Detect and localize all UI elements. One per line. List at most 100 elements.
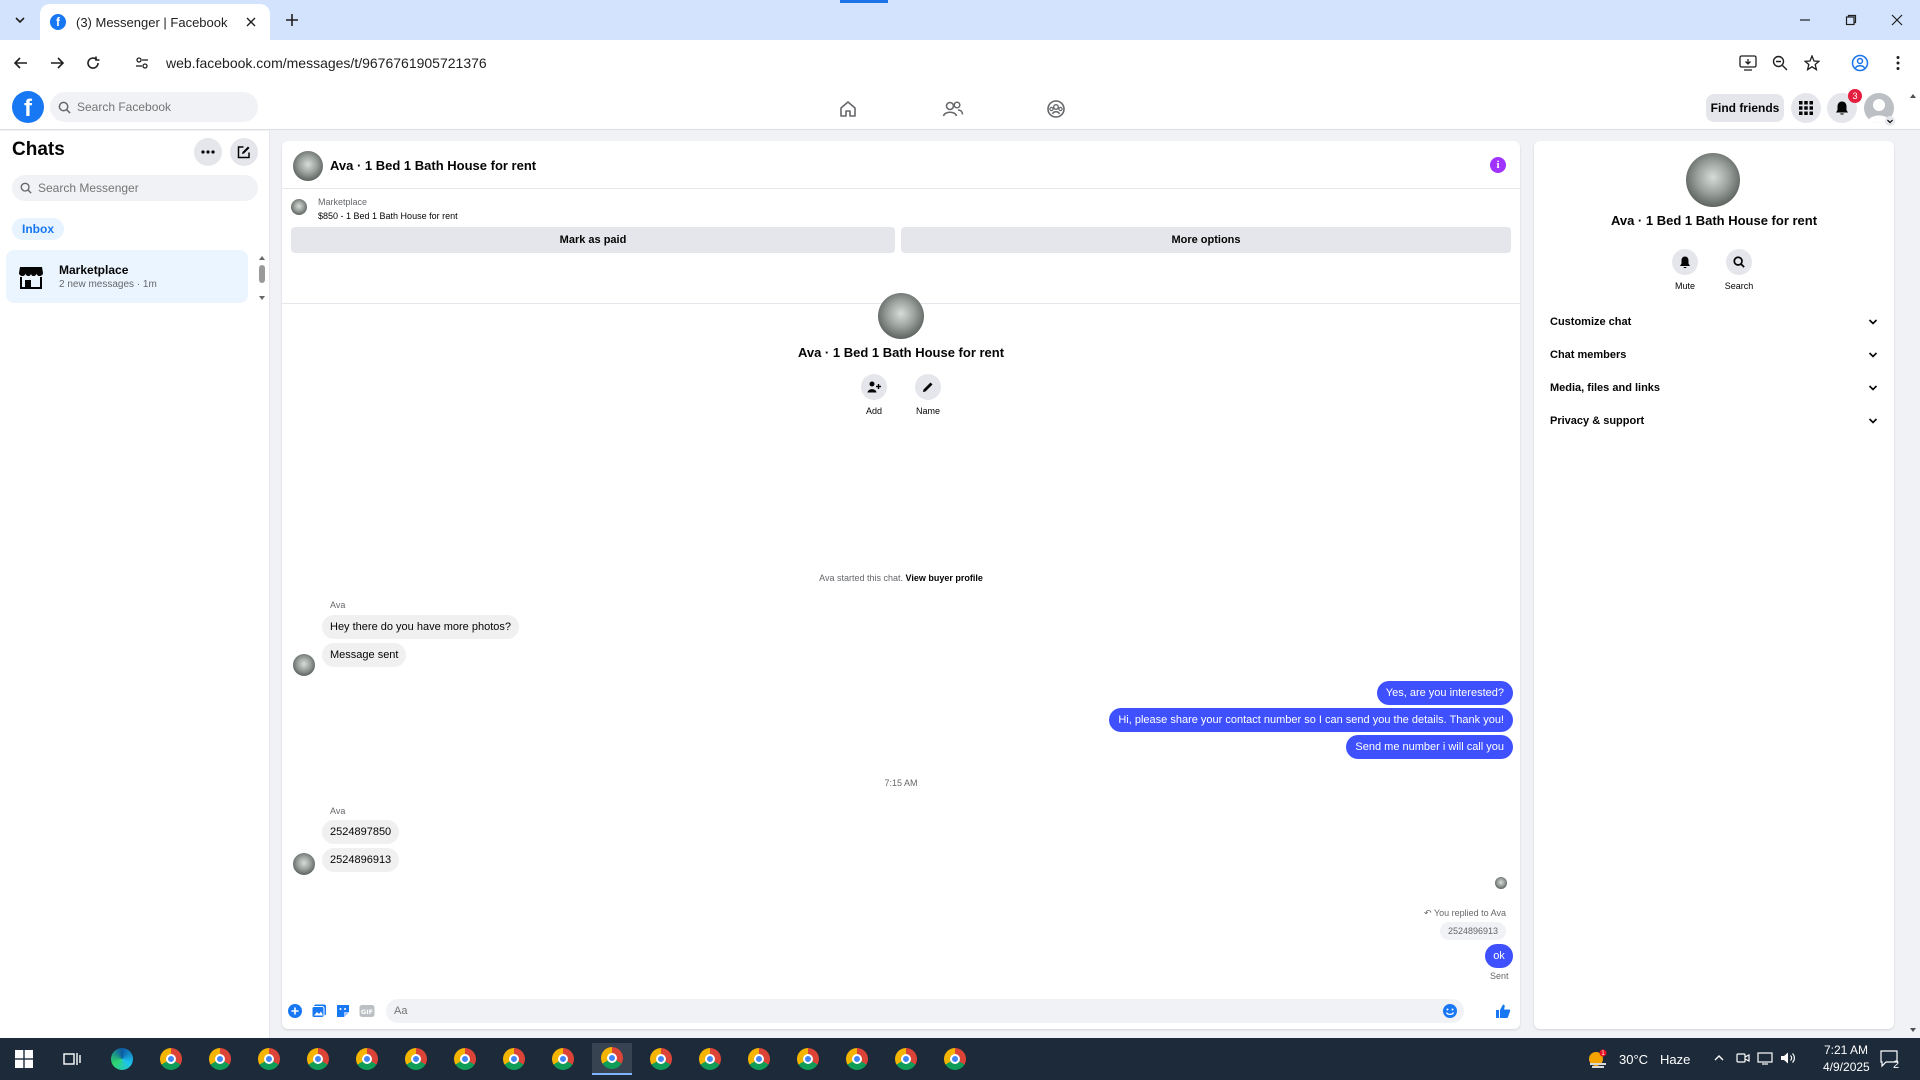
chrome-app-icon[interactable] xyxy=(396,1043,436,1075)
minimize-window-icon[interactable] xyxy=(1782,0,1828,40)
inbox-filter-tab[interactable]: Inbox xyxy=(12,218,64,240)
chrome-app-icon[interactable] xyxy=(690,1043,730,1075)
more-actions-plus-icon[interactable] xyxy=(287,1003,303,1019)
listing-title[interactable]: $850 - 1 Bed 1 Bath House for rent xyxy=(318,211,458,221)
chrome-app-icon[interactable] xyxy=(788,1043,828,1075)
action-center-icon[interactable] xyxy=(1880,1049,1904,1069)
add-people-button[interactable]: Add xyxy=(850,374,898,416)
incoming-message[interactable]: Message sent xyxy=(322,643,407,667)
privacy-support-section[interactable]: Privacy & support xyxy=(1544,408,1884,434)
view-buyer-profile-link[interactable]: View buyer profile xyxy=(906,573,983,583)
sticker-icon[interactable] xyxy=(335,1003,351,1019)
facebook-search[interactable] xyxy=(50,92,258,122)
find-friends-button[interactable]: Find friends xyxy=(1706,94,1784,122)
reload-icon[interactable] xyxy=(80,50,106,76)
outgoing-message[interactable]: Send me number i will call you xyxy=(1346,735,1513,759)
browser-menu-icon[interactable] xyxy=(1885,50,1911,76)
menu-grid-icon[interactable] xyxy=(1791,93,1821,123)
groups-icon[interactable] xyxy=(1044,97,1068,121)
chrome-app-icon[interactable] xyxy=(886,1043,926,1075)
zoom-icon[interactable] xyxy=(1767,50,1793,76)
chrome-app-icon[interactable] xyxy=(837,1043,877,1075)
chats-scrollbar[interactable] xyxy=(256,253,268,303)
facebook-logo-icon[interactable]: f xyxy=(12,91,44,123)
page-scrollbar[interactable] xyxy=(1906,90,1920,1038)
message-input[interactable] xyxy=(394,1005,1394,1017)
browser-tab-messenger[interactable]: f (3) Messenger | Facebook xyxy=(40,4,270,40)
chrome-app-icon[interactable] xyxy=(347,1043,387,1075)
windows-start-icon[interactable] xyxy=(4,1043,44,1075)
chevron-down-icon xyxy=(1868,319,1878,325)
task-view-icon[interactable] xyxy=(52,1043,92,1075)
chats-options-button[interactable] xyxy=(194,138,222,166)
site-info-tune-icon[interactable] xyxy=(132,53,152,73)
messenger-search[interactable] xyxy=(12,175,258,201)
incoming-message[interactable]: Hey there do you have more photos? xyxy=(322,615,520,639)
gif-icon[interactable]: GIF xyxy=(359,1003,375,1019)
account-chevron-icon[interactable] xyxy=(1885,116,1895,126)
listing-thumbnail[interactable] xyxy=(291,199,307,215)
more-options-button[interactable]: More options xyxy=(901,227,1511,253)
friends-icon[interactable] xyxy=(941,97,965,121)
volume-icon[interactable] xyxy=(1780,1051,1796,1065)
facebook-search-input[interactable] xyxy=(77,100,237,114)
home-icon[interactable] xyxy=(836,97,860,121)
new-message-button[interactable] xyxy=(230,138,258,166)
emoji-icon[interactable] xyxy=(1442,1003,1458,1019)
weather-sun-icon[interactable]: 1 xyxy=(1586,1048,1610,1070)
tab-search-chevron-icon[interactable] xyxy=(8,8,32,32)
incoming-message[interactable]: 2524896913 xyxy=(322,848,400,872)
restore-window-icon[interactable] xyxy=(1828,0,1874,40)
chat-profile-avatar xyxy=(878,293,924,339)
tray-chevron-up-icon[interactable] xyxy=(1713,1052,1725,1064)
outgoing-message[interactable]: ok xyxy=(1485,944,1513,968)
chrome-app-icon[interactable] xyxy=(739,1043,779,1075)
thumbs-up-icon[interactable] xyxy=(1495,1003,1511,1019)
chrome-app-icon[interactable] xyxy=(298,1043,338,1075)
quoted-message[interactable]: 2524896913 xyxy=(1439,922,1506,940)
incoming-message[interactable]: 2524897850 xyxy=(322,820,400,844)
profile-icon[interactable] xyxy=(1847,50,1873,76)
meet-now-icon[interactable] xyxy=(1736,1051,1750,1065)
conversation-title[interactable]: Ava · 1 Bed 1 Bath House for rent xyxy=(330,158,536,173)
chrome-app-icon[interactable] xyxy=(249,1043,289,1075)
chrome-app-icon[interactable] xyxy=(200,1043,240,1075)
info-icon[interactable]: i xyxy=(1490,157,1506,173)
outgoing-message[interactable]: Yes, are you interested? xyxy=(1376,681,1513,705)
tab-close-icon[interactable] xyxy=(242,13,260,31)
conversation-item-marketplace[interactable]: Marketplace 2 new messages · 1m xyxy=(6,250,248,303)
mark-as-paid-button[interactable]: Mark as paid xyxy=(291,227,895,253)
clock-time[interactable]: 7:21 AM xyxy=(1824,1043,1868,1057)
bookmark-star-icon[interactable] xyxy=(1799,50,1825,76)
edit-name-button[interactable]: Name xyxy=(904,374,952,416)
chat-members-section[interactable]: Chat members xyxy=(1544,342,1884,368)
edge-browser-icon[interactable] xyxy=(102,1043,142,1075)
sender-avatar[interactable] xyxy=(293,654,315,676)
messenger-search-input[interactable] xyxy=(38,181,238,195)
close-window-icon[interactable] xyxy=(1874,0,1920,40)
mute-button[interactable]: Mute xyxy=(1660,249,1710,291)
chrome-app-icon[interactable] xyxy=(494,1043,534,1075)
message-input-box[interactable] xyxy=(386,999,1464,1023)
sender-avatar[interactable] xyxy=(293,853,315,875)
forward-arrow-icon[interactable] xyxy=(44,50,70,76)
chrome-app-icon[interactable] xyxy=(935,1043,975,1075)
new-tab-plus-icon[interactable] xyxy=(280,8,304,32)
chrome-app-icon[interactable] xyxy=(445,1043,485,1075)
conversation-avatar[interactable] xyxy=(293,151,323,181)
network-icon[interactable] xyxy=(1757,1051,1773,1065)
media-files-links-section[interactable]: Media, files and links xyxy=(1544,375,1884,401)
search-in-chat-button[interactable]: Search xyxy=(1714,249,1764,291)
chrome-app-icon[interactable] xyxy=(543,1043,583,1075)
clock-date[interactable]: 4/9/2025 xyxy=(1823,1060,1870,1074)
install-app-icon[interactable] xyxy=(1735,50,1761,76)
chrome-app-icon-active[interactable] xyxy=(592,1043,632,1075)
customize-chat-section[interactable]: Customize chat xyxy=(1544,309,1884,335)
gallery-icon[interactable] xyxy=(311,1003,327,1019)
address-bar[interactable]: web.facebook.com/messages/t/967676190572… xyxy=(124,46,1814,80)
outgoing-message[interactable]: Hi, please share your contact number so … xyxy=(1109,708,1513,732)
pencil-icon xyxy=(915,374,941,400)
chrome-app-icon[interactable] xyxy=(151,1043,191,1075)
back-arrow-icon[interactable] xyxy=(8,50,34,76)
chrome-app-icon[interactable] xyxy=(641,1043,681,1075)
